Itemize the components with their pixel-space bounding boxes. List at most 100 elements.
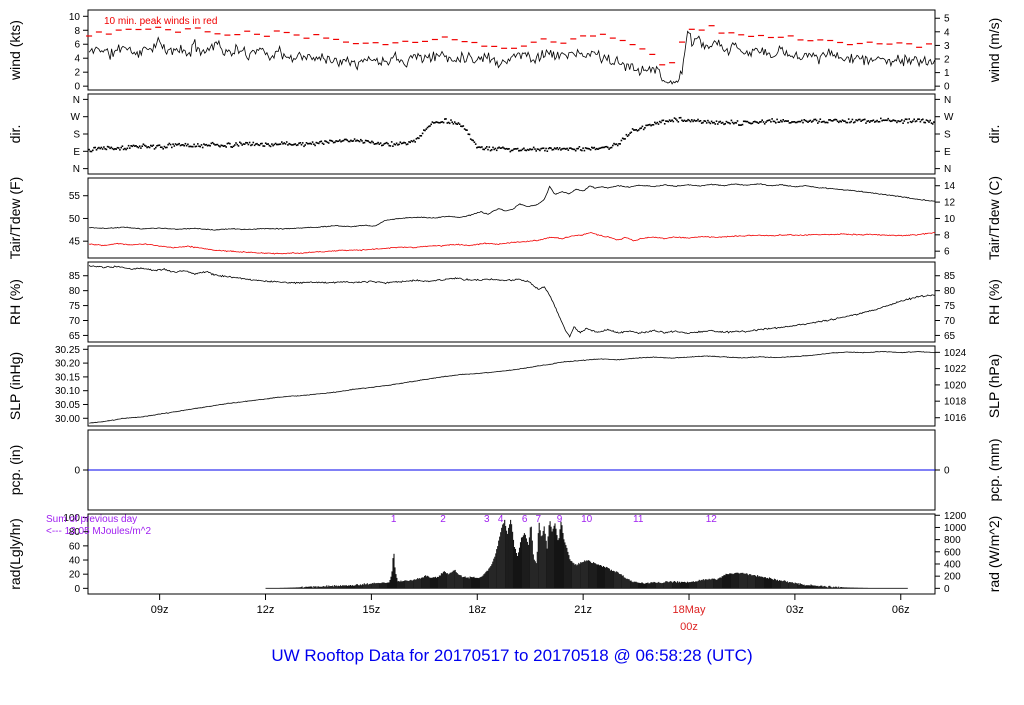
data-dot xyxy=(534,148,536,150)
data-dot xyxy=(458,123,461,125)
data-dot xyxy=(199,145,201,148)
rad-hour-marker: 9 xyxy=(557,514,563,525)
panel-note: Sum of previous day xyxy=(46,514,137,525)
panel-border xyxy=(87,345,936,427)
data-dot xyxy=(702,121,704,124)
data-dot xyxy=(924,121,927,124)
data-dot xyxy=(637,129,640,131)
data-dot xyxy=(173,145,176,147)
data-dot xyxy=(382,144,384,146)
data-dot xyxy=(453,121,456,123)
data-dot xyxy=(818,120,820,123)
data-dot xyxy=(234,144,236,146)
data-dot xyxy=(768,119,771,121)
data-dot xyxy=(279,143,282,145)
axis-label-wind-kts: wind (kts) xyxy=(7,20,23,81)
data-dot xyxy=(840,120,843,123)
data-dot xyxy=(494,147,497,150)
data-dot xyxy=(473,141,476,143)
rad-hour-marker: 2 xyxy=(440,514,446,525)
data-dot xyxy=(771,118,773,120)
y-tick-label-left: 10 xyxy=(69,12,81,23)
series-air-temperature xyxy=(89,183,936,231)
meteogram-figure: wind (kts) wind (m/s) 0 2 4 6 8 10 0 1 2 3 4 5 10 mi… xyxy=(0,0,1024,700)
data-dot xyxy=(933,121,935,123)
data-dot xyxy=(912,120,914,122)
data-dot xyxy=(616,144,619,147)
data-dot xyxy=(219,145,221,148)
x-tick-label: 12z xyxy=(257,604,275,616)
x-tick-label: 03z xyxy=(786,604,804,616)
data-dot xyxy=(607,146,609,149)
data-dot xyxy=(781,120,783,123)
axis-label-temp-f: Tair/Tdew (F) xyxy=(7,177,23,259)
data-dot xyxy=(352,140,355,142)
panel-temperature: Tair/Tdew (F) Tair/Tdew (C) 45 50 55 6 8 10 12… xyxy=(7,176,1002,260)
data-dot xyxy=(334,141,336,144)
panel-border xyxy=(87,177,936,259)
data-dot xyxy=(508,148,510,150)
data-dot xyxy=(183,144,185,147)
y-tick-label-right: N xyxy=(944,164,951,175)
data-dot xyxy=(770,121,772,123)
rad-hour-marker: 4 xyxy=(498,514,504,525)
series-sea-level-pressure xyxy=(89,351,936,424)
data-dot xyxy=(88,148,90,151)
data-dot xyxy=(395,142,398,145)
data-dot xyxy=(169,143,172,146)
data-dot xyxy=(556,147,558,149)
data-dot xyxy=(119,149,121,151)
panel-wind: wind (kts) wind (m/s) 0 2 4 6 8 10 0 1 2 3 4 5 10 mi… xyxy=(7,9,1002,93)
data-dot xyxy=(192,145,194,148)
time-axis: 09z 12z 15z 18z 21z 18May 00z 03z 06z xyxy=(151,594,910,633)
data-dot xyxy=(532,146,535,149)
data-dot xyxy=(689,120,692,123)
data-dot xyxy=(715,120,718,122)
rad-hour-marker: 1 xyxy=(391,514,397,525)
data-dot xyxy=(676,119,678,122)
data-dot xyxy=(258,144,261,147)
data-dot xyxy=(115,148,117,150)
data-dot xyxy=(137,146,140,149)
data-dot xyxy=(414,141,416,143)
data-dot xyxy=(185,144,188,147)
data-dot xyxy=(148,146,151,149)
data-dot xyxy=(775,122,777,124)
data-dot xyxy=(492,146,494,149)
data-dot xyxy=(660,121,662,124)
panel-border xyxy=(87,261,936,343)
y-tick-label-left: 30.05 xyxy=(55,400,80,411)
meteogram-plot: wind (kts) wind (m/s) 024681001234510 mi… xyxy=(7,9,1002,665)
y-tick-label-right: 80 xyxy=(944,286,956,297)
data-dot xyxy=(558,147,561,149)
axis-label-dir-left: dir. xyxy=(7,125,23,144)
data-dot xyxy=(901,119,903,121)
data-dot xyxy=(240,142,242,145)
data-dot xyxy=(704,120,707,122)
data-dot xyxy=(271,143,273,145)
data-dot xyxy=(619,143,621,145)
y-tick-label-right: 65 xyxy=(944,331,956,342)
data-dot xyxy=(826,121,829,124)
data-dot xyxy=(762,121,765,123)
data-dot xyxy=(612,144,614,147)
data-dot xyxy=(896,121,898,124)
data-dot xyxy=(121,145,124,147)
data-dot xyxy=(906,118,908,121)
data-dot xyxy=(420,135,423,137)
data-dot xyxy=(301,142,304,144)
data-dot xyxy=(101,148,104,150)
panel-direction: dir. dir. NWSENNWSEN xyxy=(7,93,1002,175)
y-tick-label-right: 1 xyxy=(944,68,950,79)
data-dot xyxy=(850,120,852,123)
data-dot xyxy=(819,118,822,120)
data-dot xyxy=(705,122,708,124)
data-dot xyxy=(127,144,130,147)
data-dot xyxy=(225,146,227,148)
axis-label-rh-left: RH (%) xyxy=(7,279,23,325)
data-dot xyxy=(138,145,141,147)
y-tick-label-left: 0 xyxy=(74,82,80,93)
data-dot xyxy=(314,144,316,147)
y-tick-label-left: 65 xyxy=(69,331,81,342)
data-dot xyxy=(854,121,856,123)
